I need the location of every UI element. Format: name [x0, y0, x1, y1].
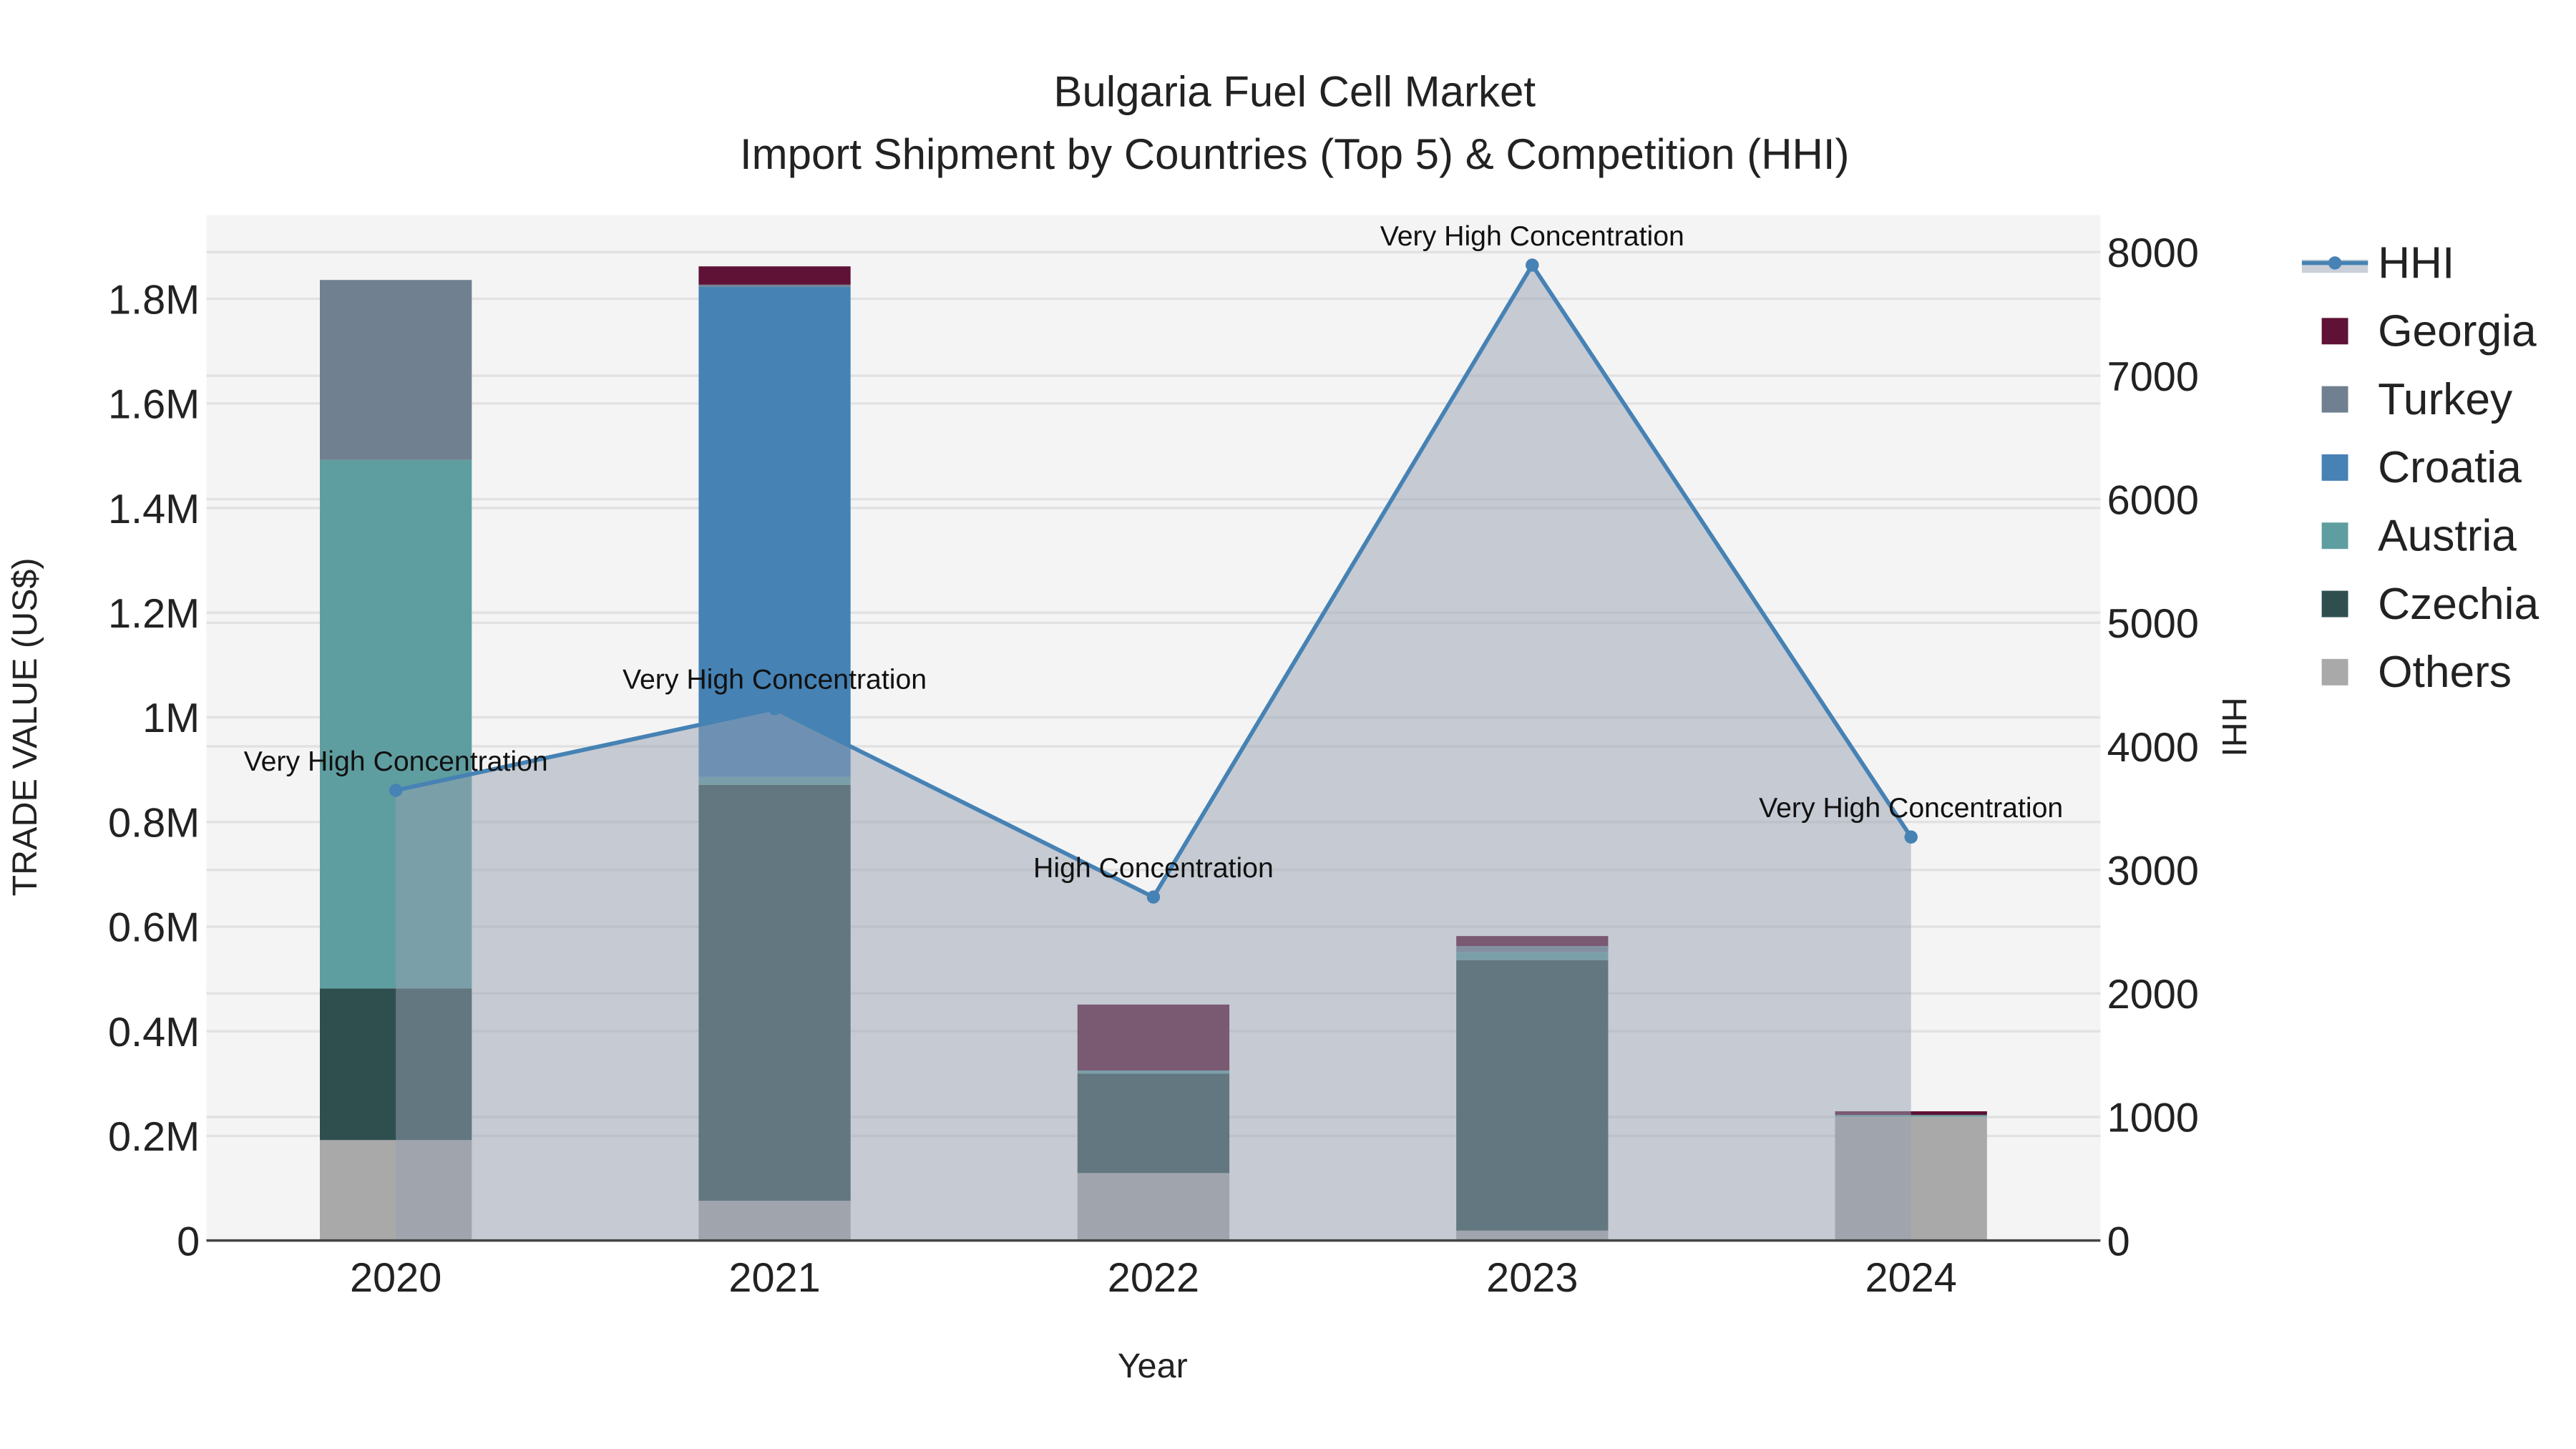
y-tick-label: 1.6M: [108, 382, 200, 428]
x-tick-label: 2020: [350, 1255, 441, 1301]
x-tick-label: 2022: [1108, 1255, 1199, 1301]
legend-label-austria: Austria: [2378, 512, 2517, 561]
legend-label-georgia: Georgia: [2378, 307, 2537, 356]
y2-tick-label: 3000: [2107, 848, 2199, 894]
legend-swatch-georgia: [2321, 318, 2348, 345]
y-tick-label: 0.2M: [108, 1114, 200, 1160]
y-tick-label: 0.4M: [108, 1010, 200, 1055]
chart-subtitle: Import Shipment by Countries (Top 5) & C…: [740, 130, 1850, 178]
y-tick-label: 1.8M: [108, 277, 200, 323]
hhi-annotation: Very High Concentration: [1380, 220, 1684, 252]
chart: Bulgaria Fuel Cell Market Import Shipmen…: [6, 67, 2540, 1385]
y-tick-label: 0.8M: [108, 800, 200, 846]
y-tick-label: 0: [177, 1219, 200, 1264]
hhi-annotation: Very High Concentration: [244, 746, 548, 777]
legend-swatch-czechia: [2321, 590, 2348, 618]
legend-label-turkey: Turkey: [2378, 375, 2513, 424]
y2-tick-label: 7000: [2107, 354, 2199, 400]
bar-turkey-2021: [698, 284, 851, 287]
hhi-point-2023: [1526, 258, 1539, 272]
y2-tick-label: 8000: [2107, 230, 2199, 276]
y2-tick-label: 1000: [2107, 1096, 2199, 1141]
legend-swatch-croatia: [2321, 454, 2348, 481]
y2-tick-label: 0: [2107, 1219, 2130, 1264]
hhi-annotation: Very High Concentration: [1759, 792, 2063, 824]
x-tick-label: 2021: [728, 1255, 820, 1301]
y-tick-label: 1M: [142, 696, 200, 741]
y2-tick-label: 4000: [2107, 725, 2199, 771]
y-tick-label: 1.4M: [108, 487, 200, 532]
hhi-annotation: High Concentration: [1033, 852, 1274, 884]
hhi-point-2022: [1146, 890, 1161, 904]
legend-swatch-others: [2321, 658, 2348, 686]
hhi-point-2021: [768, 702, 781, 716]
bar-turkey-2020: [320, 280, 472, 460]
hhi-point-2024: [1904, 830, 1918, 844]
y2-tick-label: 6000: [2107, 477, 2199, 523]
hhi-annotation: Very High Concentration: [623, 664, 927, 696]
x-tick-label: 2023: [1486, 1255, 1578, 1301]
hhi-point-2020: [389, 784, 403, 797]
legend-label-others: Others: [2378, 648, 2512, 697]
legend-swatch-austria: [2321, 522, 2348, 550]
y-tick-label: 0.6M: [108, 905, 200, 951]
x-tick-label: 2024: [1865, 1255, 1957, 1301]
legend-label-hhi: HHI: [2378, 238, 2454, 288]
y-axis-label: TRADE VALUE (US$): [6, 557, 44, 896]
legend: HHI Georgia Turkey Croatia Austria Czechia Oth…: [2301, 238, 2539, 697]
x-axis-label: Year: [1118, 1347, 1188, 1385]
y2-axis-label: HHI: [2215, 697, 2253, 756]
y2-tick-label: 2000: [2107, 972, 2199, 1018]
legend-hhi-marker: [2328, 256, 2342, 270]
chart-title: Bulgaria Fuel Cell Market: [1053, 67, 1536, 115]
legend-swatch-turkey: [2321, 386, 2348, 413]
y-tick-label: 1.2M: [108, 591, 200, 637]
legend-label-croatia: Croatia: [2378, 443, 2522, 492]
y2-tick-label: 5000: [2107, 601, 2199, 647]
bar-georgia-2021: [698, 266, 851, 285]
legend-label-czechia: Czechia: [2378, 580, 2539, 629]
